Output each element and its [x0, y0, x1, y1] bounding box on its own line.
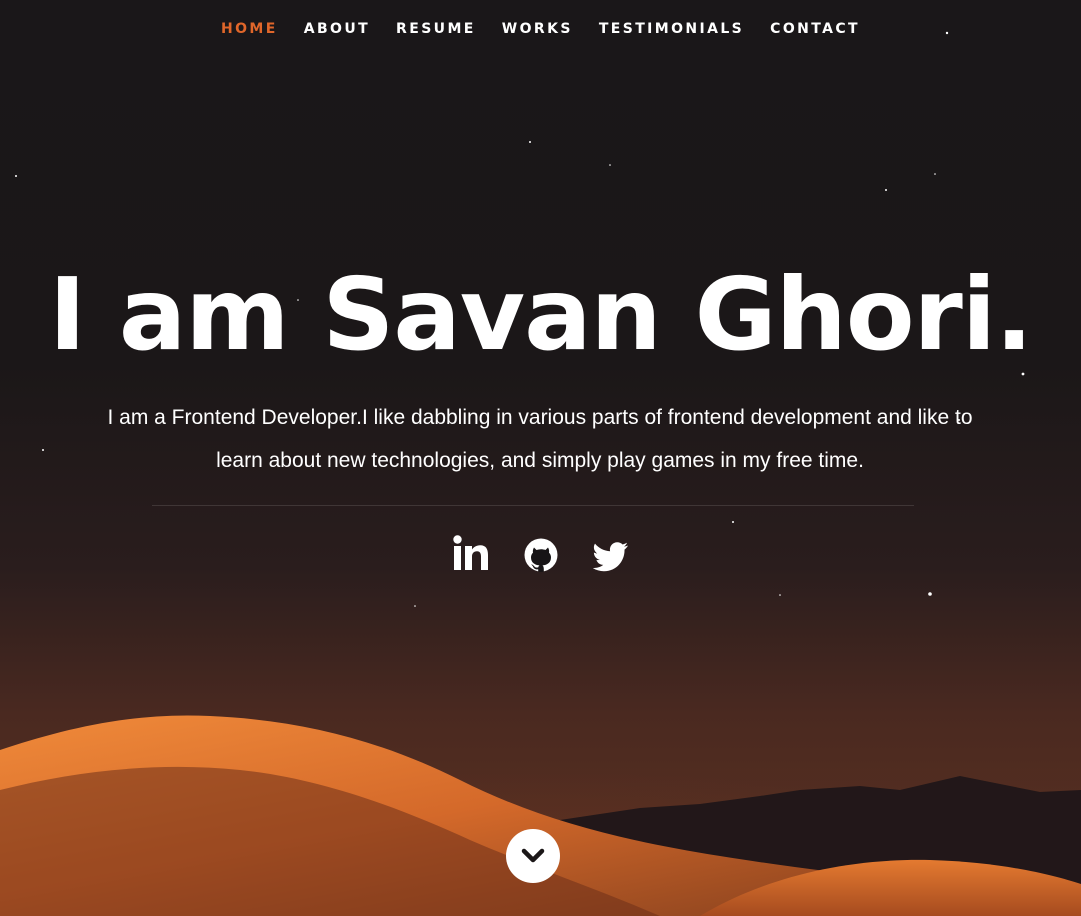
linkedin-link[interactable] — [452, 534, 489, 574]
twitter-link[interactable] — [592, 534, 629, 574]
github-icon — [524, 538, 557, 572]
chevron-down-icon — [521, 848, 545, 863]
hero-section: HOME ABOUT RESUME WORKS TESTIMONIALS CON… — [0, 0, 1081, 916]
github-link[interactable] — [523, 534, 559, 574]
nav-item-home[interactable]: HOME — [221, 19, 278, 39]
hero-headline: I am Savan Ghori. — [48, 256, 1033, 373]
nav-item-contact[interactable]: CONTACT — [770, 19, 860, 39]
twitter-icon — [592, 542, 628, 572]
nav-item-about[interactable]: ABOUT — [304, 19, 370, 39]
hero-divider — [152, 505, 914, 506]
main-navigation: HOME ABOUT RESUME WORKS TESTIMONIALS CON… — [0, 0, 1081, 60]
nav-item-resume[interactable]: RESUME — [396, 19, 476, 39]
hero-intro: I am a Frontend Developer.I like dabblin… — [107, 406, 973, 472]
linkedin-icon — [452, 535, 488, 570]
nav-item-works[interactable]: WORKS — [502, 19, 573, 39]
scroll-down-button[interactable] — [506, 829, 560, 883]
nav-list: HOME ABOUT RESUME WORKS TESTIMONIALS CON… — [0, 0, 1081, 39]
nav-item-testimonials[interactable]: TESTIMONIALS — [599, 19, 744, 39]
social-links — [0, 534, 1081, 574]
